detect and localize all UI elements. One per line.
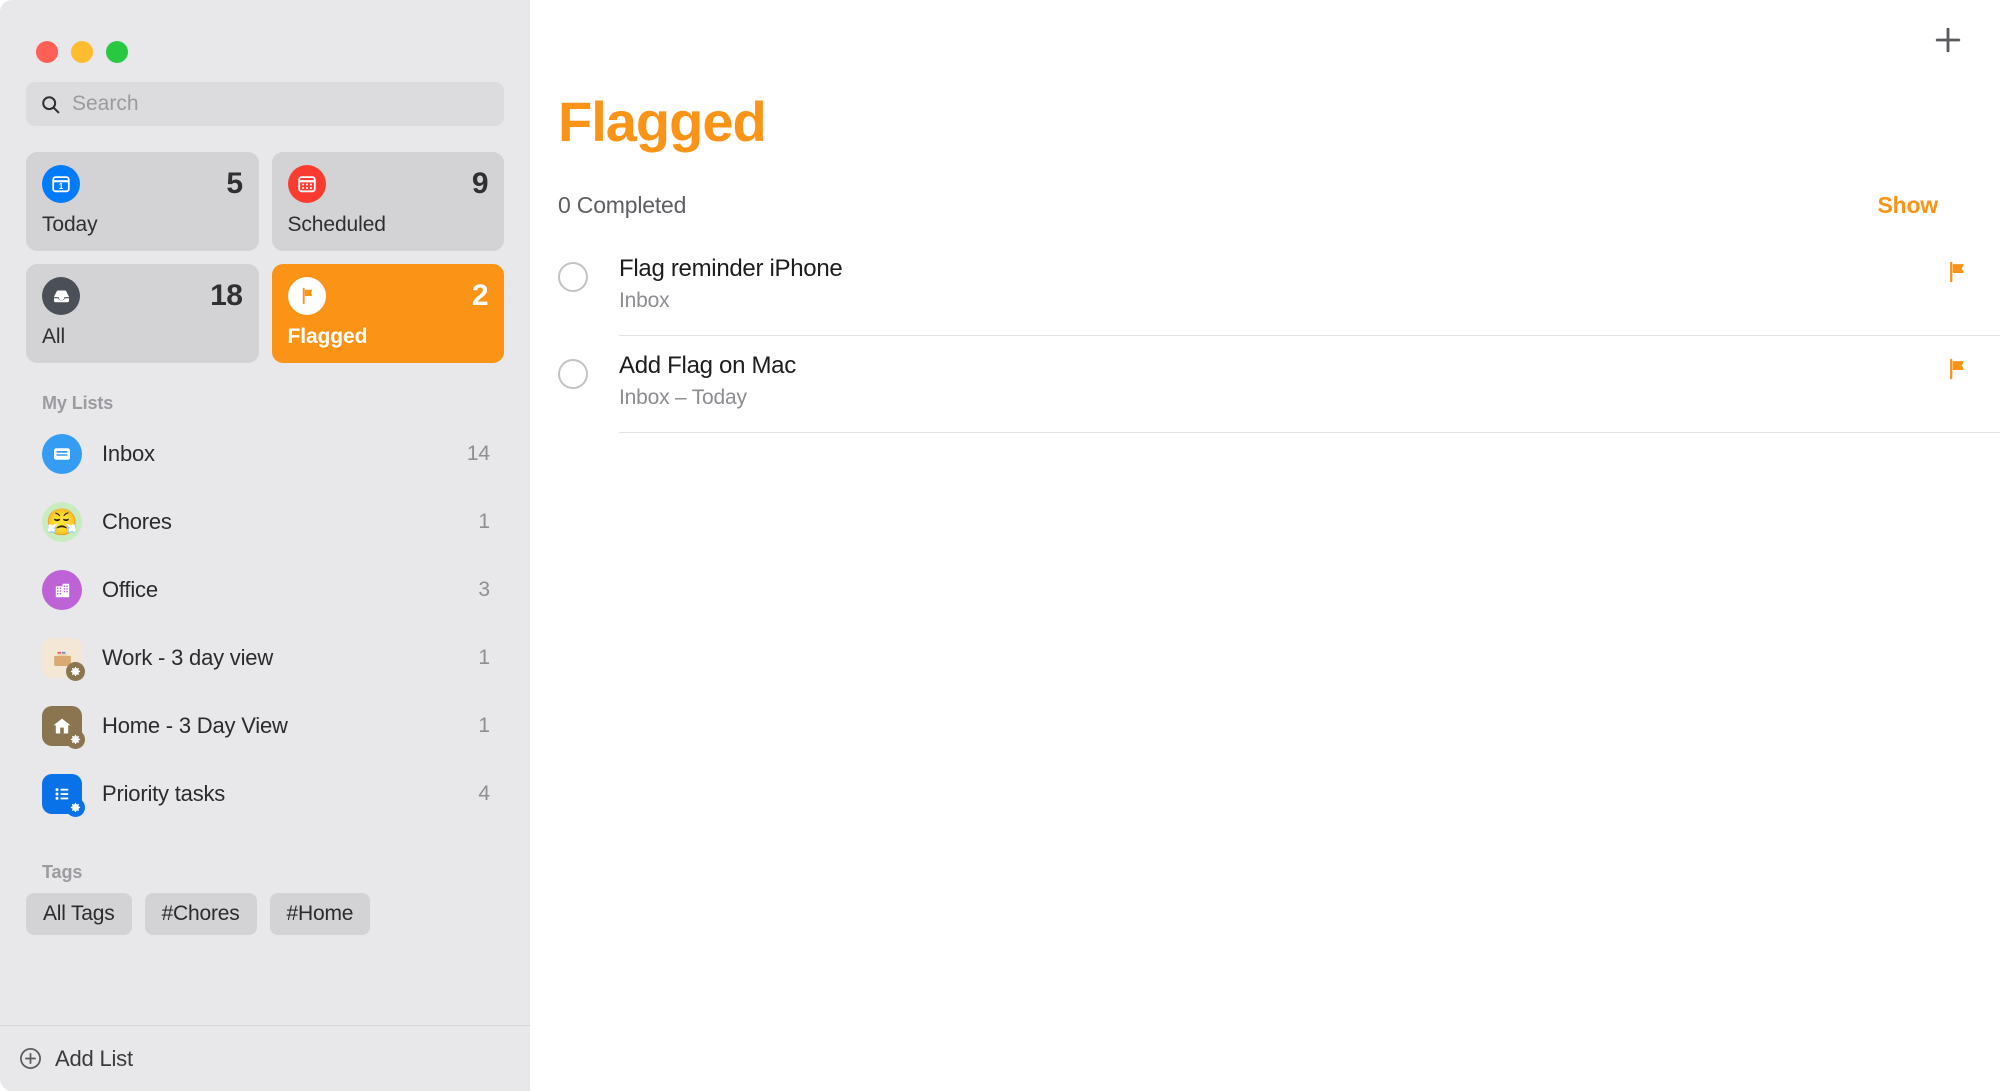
list-item-count: 3 xyxy=(478,578,490,601)
search-input[interactable] xyxy=(72,92,490,116)
smart-list-gear-badge xyxy=(66,662,85,681)
reminder-row[interactable]: Add Flag on Mac Inbox – Today xyxy=(558,336,2000,433)
reminders-window: 1 5 Today xyxy=(0,0,2000,1091)
tag-pill-all-tags[interactable]: All Tags xyxy=(26,893,132,935)
my-lists-header: My Lists xyxy=(42,393,114,413)
smart-list-scheduled[interactable]: 9 Scheduled xyxy=(271,152,504,251)
reminder-checkbox[interactable] xyxy=(558,262,588,292)
smart-list-flagged[interactable]: 2 Flagged xyxy=(271,264,504,363)
folder-icon xyxy=(42,638,85,681)
svg-text:1: 1 xyxy=(59,182,64,191)
list-item-count: 1 xyxy=(478,510,490,533)
list-item-label: Home - 3 Day View xyxy=(102,713,288,738)
reminder-body: Flag reminder iPhone Inbox xyxy=(619,255,2000,336)
smart-list-gear-badge xyxy=(66,798,85,817)
tag-pill-home[interactable]: #Home xyxy=(269,893,371,935)
flag-icon[interactable] xyxy=(1944,259,1970,285)
list-item-count: 1 xyxy=(478,714,490,737)
smart-lists-grid: 1 5 Today 9 Scheduled 18 All 2 Flagged xyxy=(0,126,530,363)
add-reminder-button[interactable] xyxy=(1930,22,1966,58)
list-item-priority-tasks[interactable]: Priority tasks 4 xyxy=(26,760,504,828)
minimize-window-button[interactable] xyxy=(71,41,93,63)
completed-bar: 0 Completed Show xyxy=(530,150,2000,219)
list-bullet-icon xyxy=(42,774,85,817)
reminder-checkbox[interactable] xyxy=(558,359,588,389)
calendar-icon xyxy=(287,165,326,203)
smart-list-label: Scheduled xyxy=(287,213,386,236)
angry-face-emoji: 😤 xyxy=(42,502,82,542)
list-item-label: Inbox xyxy=(102,441,155,466)
flag-icon[interactable] xyxy=(1944,356,1970,382)
add-list-button[interactable]: Add List xyxy=(0,1025,530,1091)
reminders-list: Flag reminder iPhone Inbox Add Flag on M… xyxy=(530,239,2000,433)
list-item-label: Chores xyxy=(102,509,172,534)
list-item-office[interactable]: Office 3 xyxy=(26,556,504,624)
reminder-title: Flag reminder iPhone xyxy=(619,255,843,282)
smart-list-label: Flagged xyxy=(287,325,368,348)
flag-icon xyxy=(287,277,326,315)
reminder-subtitle: Inbox xyxy=(619,289,670,312)
add-list-label: Add List xyxy=(55,1045,133,1071)
house-icon xyxy=(42,706,85,749)
smart-list-all[interactable]: 18 All xyxy=(26,264,259,363)
smart-list-count: 5 xyxy=(226,167,243,200)
list-item-chores[interactable]: 😤 Chores 1 xyxy=(26,488,504,556)
reminder-row[interactable]: Flag reminder iPhone Inbox xyxy=(558,239,2000,336)
smart-list-count: 9 xyxy=(471,167,489,200)
main-toolbar xyxy=(530,0,2000,66)
reminder-title: Add Flag on Mac xyxy=(619,352,796,379)
show-completed-button[interactable]: Show xyxy=(1877,192,1938,219)
tags-container: All Tags #Chores #Home xyxy=(0,893,530,935)
smart-list-gear-badge xyxy=(66,730,85,749)
tags-header: Tags xyxy=(42,862,83,882)
sidebar: 1 5 Today xyxy=(0,0,530,1091)
list-item-count: 14 xyxy=(466,442,490,465)
list-item-work-3-day-view[interactable]: Work - 3 day view 1 xyxy=(26,624,504,692)
tag-pill-chores[interactable]: #Chores xyxy=(144,893,257,935)
inbox-icon xyxy=(42,434,82,474)
plus-circle-icon xyxy=(18,1046,43,1071)
page-title: Flagged xyxy=(558,90,767,153)
smart-list-count: 2 xyxy=(471,279,489,312)
list-item-count: 1 xyxy=(478,646,490,669)
smart-list-label: Today xyxy=(42,213,98,236)
search-icon xyxy=(40,94,61,115)
window-controls xyxy=(0,0,530,63)
search-container xyxy=(0,62,530,126)
list-item-label: Office xyxy=(102,577,158,602)
main-content: Flagged 0 Completed Show Flag reminder i… xyxy=(530,0,2000,1091)
list-item-home-3-day-view[interactable]: Home - 3 Day View 1 xyxy=(26,692,504,760)
calendar-day-icon: 1 xyxy=(42,165,80,203)
list-item-count: 4 xyxy=(478,782,490,805)
smart-list-today[interactable]: 1 5 Today xyxy=(26,152,259,251)
emoji-glyph: 😤 xyxy=(45,507,79,537)
smart-list-count: 18 xyxy=(210,279,243,312)
search-box[interactable] xyxy=(26,82,504,126)
reminder-body: Add Flag on Mac Inbox – Today xyxy=(619,352,2000,433)
smart-list-label: All xyxy=(42,325,66,348)
list-item-label: Priority tasks xyxy=(102,781,226,806)
maximize-window-button[interactable] xyxy=(106,41,128,63)
reminder-subtitle: Inbox – Today xyxy=(619,386,747,409)
close-window-button[interactable] xyxy=(36,41,58,63)
office-building-icon xyxy=(42,570,82,610)
reminder-texts: Add Flag on Mac Inbox – Today xyxy=(619,352,796,410)
my-lists-container: Inbox 14 😤 Chores 1 Office 3 Work - 3 da… xyxy=(0,420,530,828)
list-item-label: Work - 3 day view xyxy=(102,645,274,670)
reminder-texts: Flag reminder iPhone Inbox xyxy=(619,255,843,313)
completed-count: 0 Completed xyxy=(558,192,687,218)
inbox-tray-icon xyxy=(42,277,80,315)
list-item-inbox[interactable]: Inbox 14 xyxy=(26,420,504,488)
